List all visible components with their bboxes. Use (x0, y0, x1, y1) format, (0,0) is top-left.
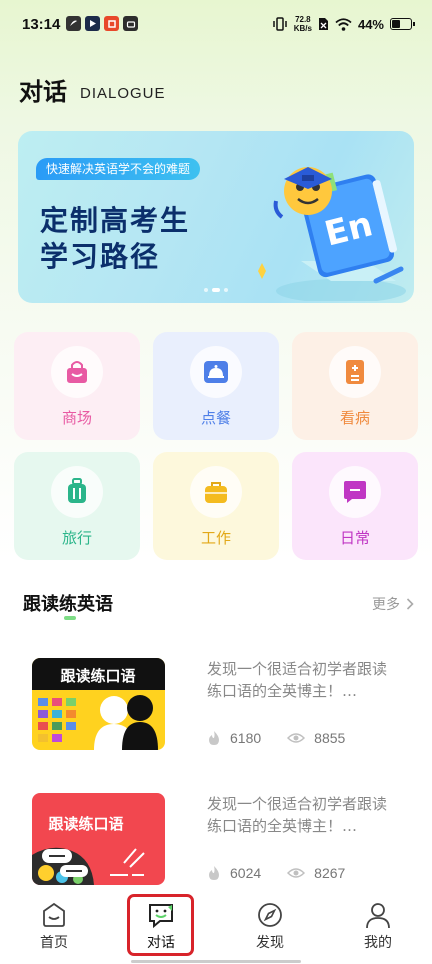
category-label: 日常 (339, 529, 370, 547)
medical-kit-icon (346, 360, 364, 384)
compass-icon (258, 903, 282, 927)
category-icon-bg (329, 346, 381, 398)
list-item[interactable]: 跟读练口语 发现一个很适合初学者跟读练口语的全英博主！… 6180 8855 (0, 658, 432, 758)
category-ordering[interactable]: 点餐 (153, 332, 279, 440)
status-time: 13:14 (22, 16, 61, 33)
nav-tab-discover[interactable]: 发现 (230, 888, 310, 952)
category-label: 商场 (61, 409, 92, 427)
banner-headline-line2: 学习路径 (40, 240, 161, 273)
likes-count: 6180 (230, 730, 262, 746)
eye-icon (287, 868, 306, 878)
category-label: 工作 (200, 529, 231, 547)
sim-off-icon (318, 18, 328, 30)
battery-icon (390, 18, 415, 30)
battery-percent: 44% (357, 16, 384, 32)
battery-level (392, 20, 400, 28)
status-app-icons (66, 16, 138, 31)
category-label: 旅行 (61, 529, 92, 547)
item-stats: 6180 8855 (207, 730, 371, 746)
category-icon-bg (190, 346, 242, 398)
item-thumbnail: 跟读练口语 (32, 658, 165, 750)
flame-icon (209, 866, 219, 880)
shopping-bag-icon (67, 361, 87, 383)
vibrate-icon (272, 17, 287, 31)
home-indicator[interactable] (131, 960, 301, 963)
category-icon-bg (190, 466, 242, 518)
category-travel[interactable]: 旅行 (14, 452, 140, 560)
status-right: 72.8 KB/s 44% (272, 15, 415, 33)
chat-bubble-icon (344, 481, 366, 503)
nav-label: 发现 (256, 935, 284, 951)
nav-label: 首页 (40, 935, 68, 951)
banner-headline-line1: 定制高考生 (40, 204, 191, 237)
flame-icon (209, 731, 219, 745)
item-thumbnail: 跟读练口语 (32, 793, 165, 885)
network-speed: 72.8 KB/s (293, 15, 312, 33)
thumbnail-illustration: 跟读练口语 (32, 658, 165, 750)
home-face-icon (43, 902, 65, 927)
likes-stat: 6180 (207, 730, 261, 746)
bottom-nav: 首页 对话 发现 我的 (0, 888, 432, 964)
section-title: 跟读练英语 (23, 594, 113, 615)
profile-icon (366, 903, 390, 929)
category-work[interactable]: 工作 (153, 452, 279, 560)
item-description: 发现一个很适合初学者跟读练口语的全英博主！… (207, 795, 388, 835)
food-cloche-icon (204, 361, 228, 383)
category-label: 看病 (339, 409, 370, 427)
promo-banner[interactable]: 快速解决英语学不会的难题 定制高考生 学习路径 En (18, 131, 414, 303)
nav-tab-profile[interactable]: 我的 (338, 888, 418, 952)
wifi-icon (335, 17, 352, 31)
category-doctor[interactable]: 看病 (292, 332, 418, 440)
luggage-icon (68, 478, 86, 503)
app-red-icon (104, 16, 119, 31)
category-label: 点餐 (200, 409, 231, 427)
item-stats: 6024 8267 (207, 865, 371, 881)
banner-pager (204, 288, 228, 292)
pager-dot (204, 288, 208, 292)
chevron-right-icon (406, 598, 414, 610)
category-mall[interactable]: 商场 (14, 332, 140, 440)
app-tv-icon (123, 16, 138, 31)
page-subtitle: DIALOGUE (80, 85, 166, 102)
section-title-underline (64, 616, 76, 620)
more-link[interactable]: 更多 (372, 594, 414, 614)
selected-tab-highlight (127, 894, 194, 956)
likes-count: 6024 (230, 865, 262, 881)
thumbnail-title: 跟读练口语 (48, 815, 123, 833)
page-title: 对话 (19, 78, 67, 106)
views-stat: 8267 (287, 865, 345, 881)
likes-stat: 6024 (207, 865, 261, 881)
pager-dot (224, 288, 228, 292)
nav-tab-home[interactable]: 首页 (14, 888, 94, 952)
views-count: 8855 (314, 730, 346, 746)
category-icon-bg (51, 346, 103, 398)
category-icon-bg (329, 466, 381, 518)
item-description: 发现一个很适合初学者跟读练口语的全英博主！… (207, 660, 388, 700)
views-count: 8267 (314, 865, 346, 881)
briefcase-icon (205, 482, 227, 503)
category-daily[interactable]: 日常 (292, 452, 418, 560)
english-book-mascot-illustration: En (258, 167, 406, 301)
views-stat: 8855 (287, 730, 345, 746)
banner-tag: 快速解决英语学不会的难题 (36, 158, 201, 180)
status-bar: 13:14 72.8 KB/s 44% (0, 0, 432, 50)
eye-icon (287, 733, 306, 743)
thumbnail-illustration: 跟读练口语 (32, 815, 145, 885)
thumbnail-title: 跟读练口语 (60, 667, 135, 685)
pager-dot-active (212, 288, 220, 292)
app-play-icon (85, 16, 100, 31)
app-notification-icon (66, 16, 81, 31)
list-item[interactable]: 跟读练口语 发现一个很适合初学者跟读练口语的全英博主！… 6024 8267 (0, 793, 432, 893)
more-label: 更多 (372, 597, 400, 613)
nav-label: 我的 (364, 935, 392, 951)
category-icon-bg (51, 466, 103, 518)
